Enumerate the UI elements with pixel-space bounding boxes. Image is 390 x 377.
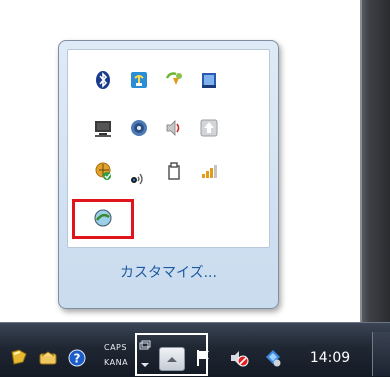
volume-muted-icon[interactable] — [228, 347, 250, 369]
upload-arrow-icon[interactable] — [198, 117, 220, 139]
signal-bars-icon[interactable] — [198, 160, 220, 182]
kana-lock-indicator: KANA — [104, 358, 129, 367]
highlight-annotation-box — [72, 199, 134, 239]
chevron-up-icon — [167, 357, 177, 362]
bluetooth-icon[interactable] — [92, 69, 114, 91]
monitor-icon[interactable] — [92, 117, 114, 139]
help-icon[interactable]: ? — [66, 347, 88, 369]
show-hidden-icons-button[interactable] — [159, 347, 185, 371]
caps-lock-indicator: CAPS — [104, 343, 127, 352]
clock[interactable]: 14:09 — [300, 347, 360, 369]
disc-icon[interactable] — [128, 117, 150, 139]
show-desktop-button[interactable] — [372, 332, 390, 376]
ime-toolbar-icon[interactable] — [8, 347, 30, 369]
svg-text:?: ? — [74, 352, 81, 366]
input-pad-icon[interactable] — [37, 347, 59, 369]
speaker-icon[interactable] — [163, 117, 185, 139]
usb-device-icon[interactable] — [163, 160, 185, 182]
flag-icon[interactable] — [192, 347, 214, 369]
globe-check-icon[interactable] — [92, 160, 114, 182]
customize-link[interactable]: カスタマイズ... — [58, 262, 279, 282]
wireless-signal-icon[interactable] — [128, 164, 150, 186]
network-icon[interactable] — [262, 347, 284, 369]
clipboard-arrow-icon[interactable] — [163, 69, 185, 91]
network-adapter-icon[interactable] — [128, 69, 150, 91]
window-edge — [360, 0, 390, 322]
book-icon[interactable] — [198, 69, 220, 91]
